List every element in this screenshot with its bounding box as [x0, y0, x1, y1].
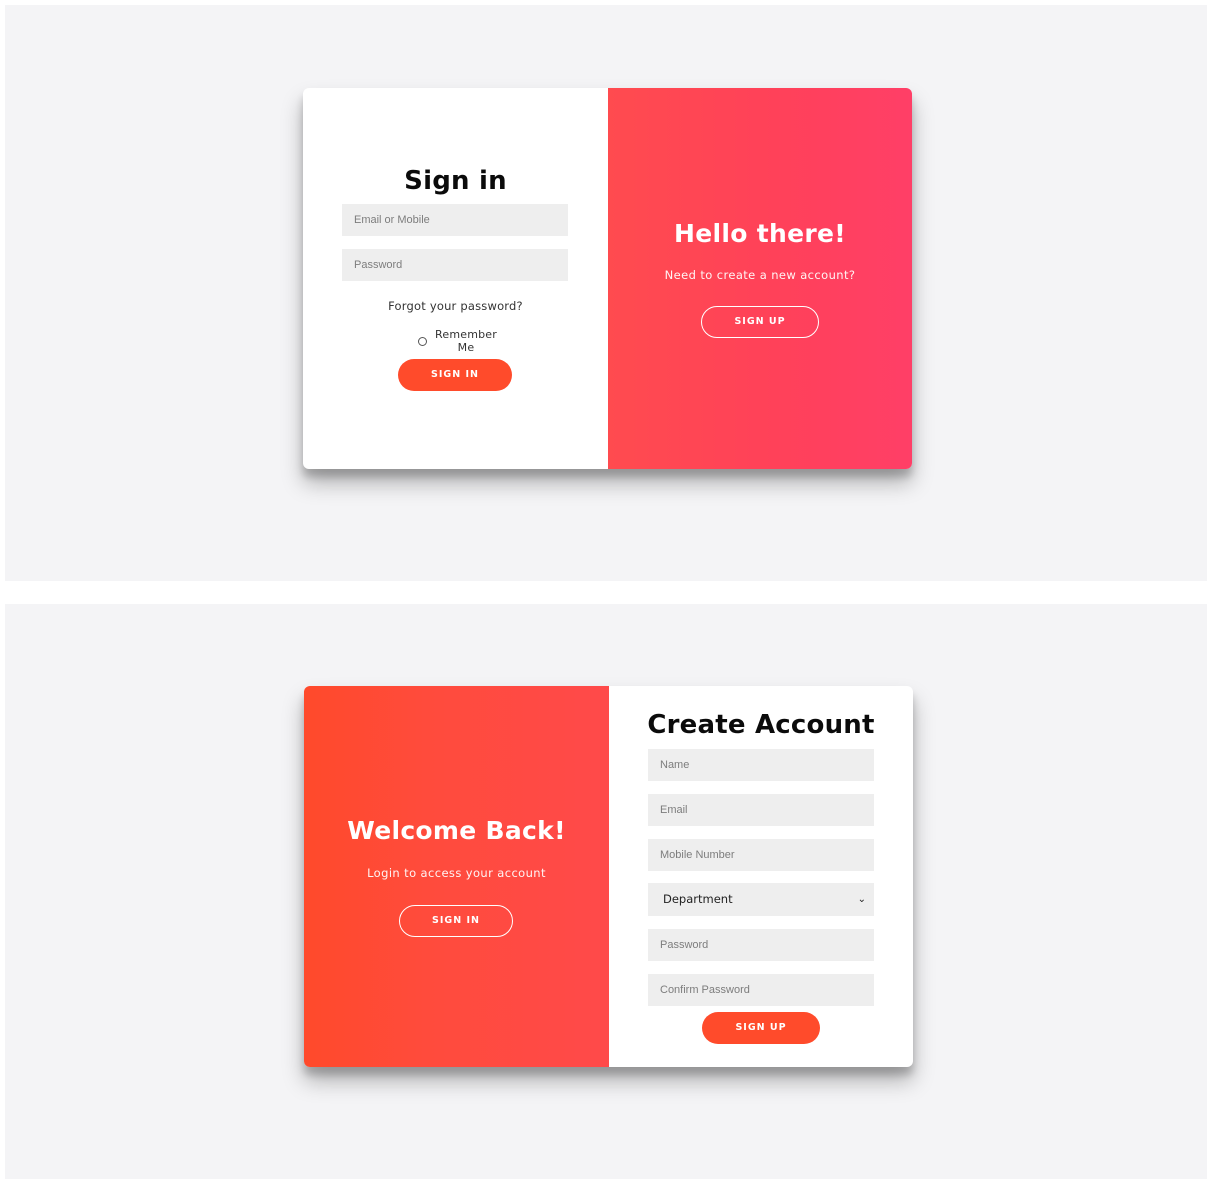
- radio-icon[interactable]: [418, 337, 427, 346]
- confirm-password-input[interactable]: [648, 974, 874, 1006]
- department-selected-value: Department: [663, 892, 733, 906]
- department-select[interactable]: Department ⌄: [648, 883, 874, 916]
- name-input[interactable]: [648, 749, 874, 781]
- password-input[interactable]: [342, 249, 568, 281]
- signin-title: Sign in: [404, 166, 507, 196]
- signin-card: Sign in Forgot your password? Remember M…: [303, 88, 912, 469]
- email-input[interactable]: [648, 794, 874, 826]
- signin-form-container: Sign in Forgot your password? Remember M…: [303, 88, 608, 469]
- email-or-mobile-input[interactable]: [342, 204, 568, 236]
- chevron-down-icon: ⌄: [857, 894, 866, 905]
- overlay-subtitle: Need to create a new account?: [664, 268, 856, 282]
- remember-me-option[interactable]: Remember Me: [415, 328, 505, 358]
- mobile-number-input[interactable]: [648, 839, 874, 871]
- sign-in-button[interactable]: SIGN IN: [398, 359, 512, 391]
- signin-prompt-overlay: Welcome Back! Login to access your accou…: [304, 686, 609, 1067]
- signup-prompt-overlay: Hello there! Need to create a new accoun…: [608, 88, 912, 469]
- go-to-sign-in-button[interactable]: SIGN IN: [399, 905, 513, 937]
- signup-screen: Welcome Back! Login to access your accou…: [5, 604, 1207, 1179]
- signup-card: Welcome Back! Login to access your accou…: [304, 686, 913, 1067]
- signin-screen: Sign in Forgot your password? Remember M…: [5, 5, 1207, 581]
- sign-up-button[interactable]: SIGN UP: [702, 1012, 820, 1044]
- overlay-title: Hello there!: [674, 219, 846, 248]
- overlay-subtitle: Login to access your account: [367, 866, 546, 880]
- go-to-sign-up-button[interactable]: SIGN UP: [701, 306, 819, 338]
- overlay-title: Welcome Back!: [347, 816, 566, 845]
- password-input[interactable]: [648, 929, 874, 961]
- remember-me-label: Remember Me: [435, 328, 497, 354]
- create-account-form: Create Account Department ⌄ SIGN UP: [609, 686, 913, 1067]
- forgot-password-link[interactable]: Forgot your password?: [303, 299, 608, 313]
- create-account-title: Create Account: [647, 710, 875, 740]
